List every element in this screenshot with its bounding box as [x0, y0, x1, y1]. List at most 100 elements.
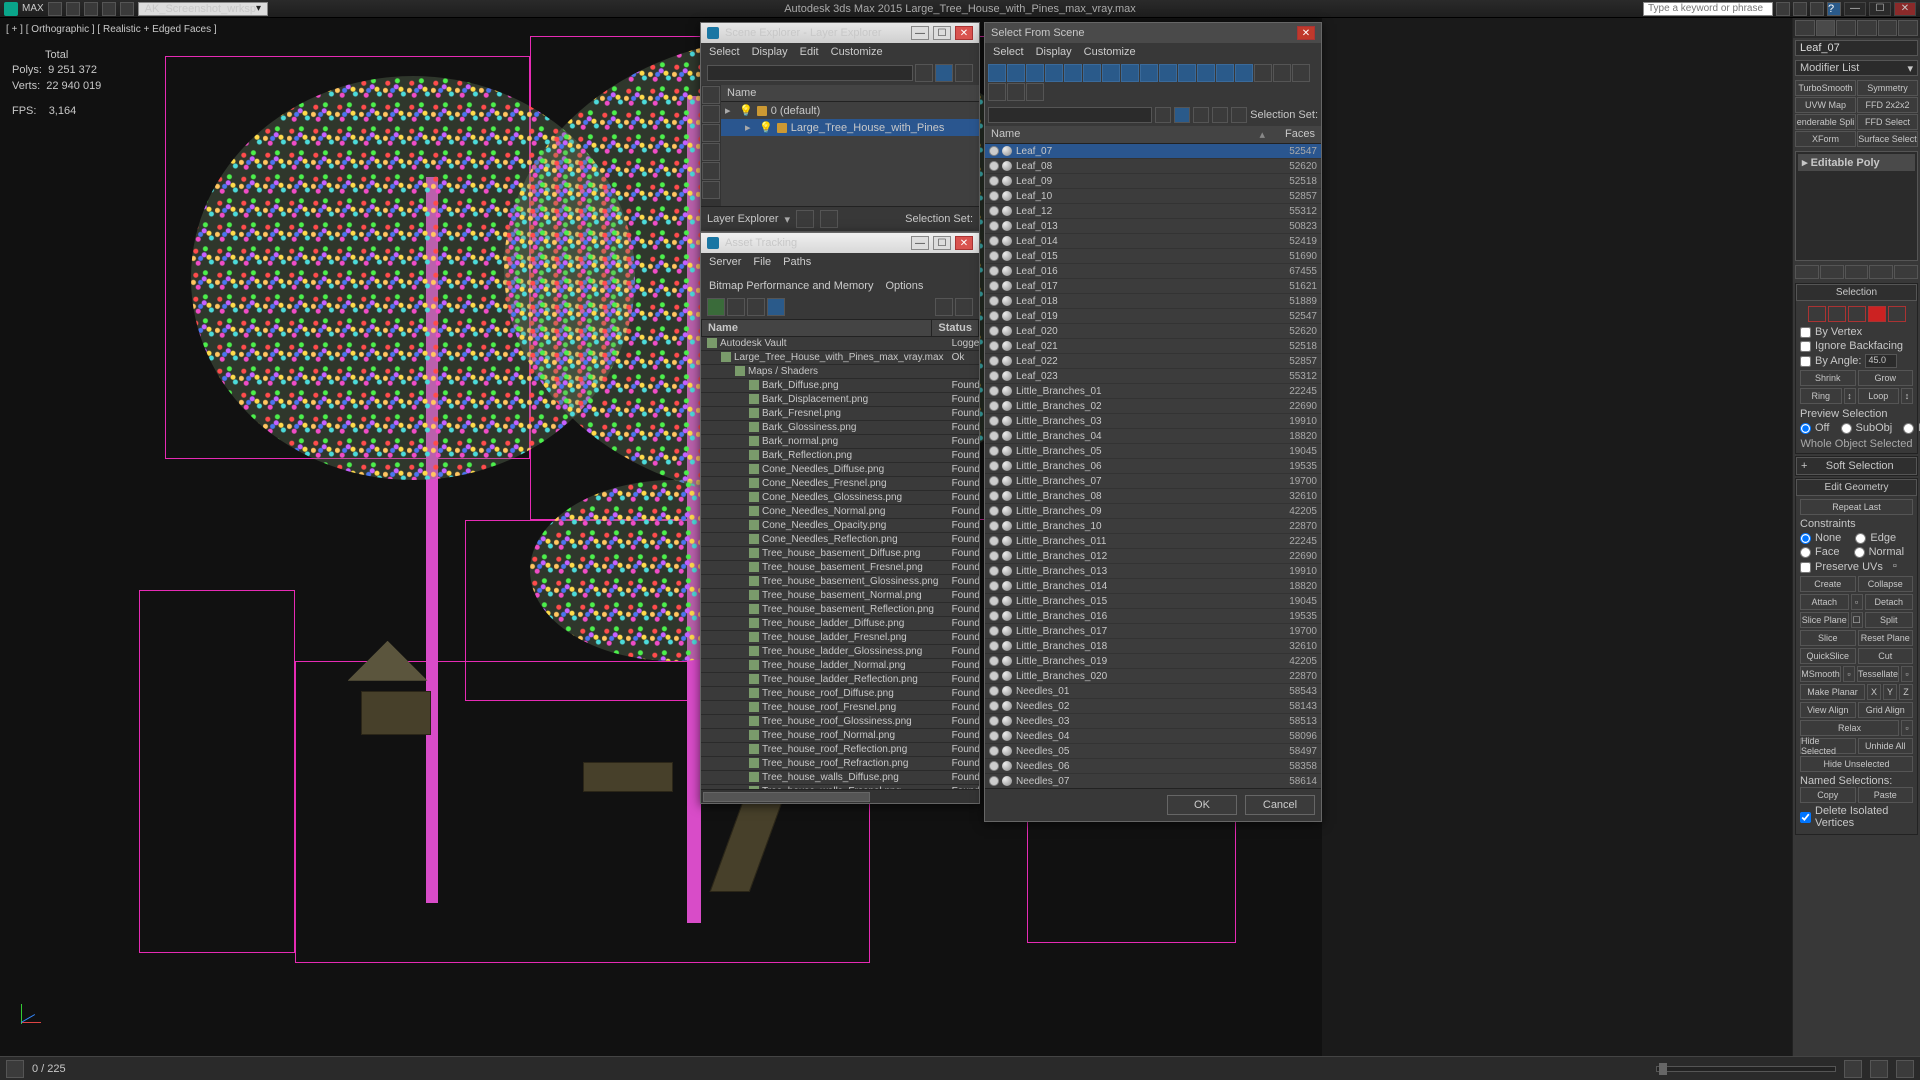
object-row[interactable]: Leaf_01452419: [985, 234, 1321, 249]
display-none-icon[interactable]: [702, 105, 720, 123]
object-row[interactable]: Leaf_01751621: [985, 279, 1321, 294]
star-icon[interactable]: [1793, 2, 1807, 16]
shrink-button[interactable]: Shrink: [1800, 370, 1856, 386]
object-row[interactable]: Leaf_0852620: [985, 159, 1321, 174]
invert-icon[interactable]: [702, 124, 720, 142]
visibility-icon[interactable]: [989, 491, 999, 501]
show-end-result-icon[interactable]: [1820, 265, 1844, 279]
object-row[interactable]: Little_Branches_01418820: [985, 579, 1321, 594]
filter-icon[interactable]: [1216, 64, 1234, 82]
object-row[interactable]: Needles_0258143: [985, 699, 1321, 714]
prev-frame-icon[interactable]: [1844, 1060, 1862, 1078]
preview-subobj-radio[interactable]: [1841, 423, 1852, 434]
constraint-normal-radio[interactable]: [1854, 547, 1865, 558]
attach-list-button[interactable]: ▫: [1851, 594, 1863, 610]
column-header-name[interactable]: Name ▴: [985, 126, 1271, 143]
layers-icon[interactable]: [1212, 107, 1228, 123]
display-icon[interactable]: [1254, 64, 1272, 82]
hide-selected-button[interactable]: Hide Selected: [1800, 738, 1856, 754]
workspace-dropdown[interactable]: AK_Screenshot_wrksp ▾: [138, 2, 268, 16]
by-vertex-checkbox[interactable]: [1800, 327, 1811, 338]
modifier-button[interactable]: Symmetry: [1857, 80, 1918, 96]
preview-multi-radio[interactable]: [1903, 423, 1914, 434]
visibility-icon[interactable]: [989, 776, 999, 786]
asset-row[interactable]: Bark_Reflection.pngFound: [701, 449, 979, 463]
visibility-icon[interactable]: [989, 506, 999, 516]
layer-row[interactable]: ▸💡Large_Tree_House_with_Pines: [721, 119, 979, 136]
planar-x-button[interactable]: X: [1867, 684, 1881, 700]
object-row[interactable]: Little_Branches_0418820: [985, 429, 1321, 444]
asset-row[interactable]: Large_Tree_House_with_Pines_max_vray.max…: [701, 351, 979, 365]
visibility-icon[interactable]: [989, 146, 999, 156]
asset-row[interactable]: Bark_Displacement.pngFound: [701, 393, 979, 407]
lights-filter-icon[interactable]: [702, 181, 720, 199]
visibility-icon[interactable]: [989, 251, 999, 261]
object-row[interactable]: Little_Branches_0619535: [985, 459, 1321, 474]
asset-row[interactable]: Bark_normal.pngFound: [701, 435, 979, 449]
hierarchy-tab[interactable]: [1836, 20, 1856, 36]
tree-view-icon[interactable]: [727, 298, 745, 316]
visibility-icon[interactable]: [989, 581, 999, 591]
object-row[interactable]: Leaf_01667455: [985, 264, 1321, 279]
menu-item[interactable]: Options: [885, 280, 923, 292]
configure-icon[interactable]: [1894, 265, 1918, 279]
object-row[interactable]: Little_Branches_0319910: [985, 414, 1321, 429]
filter-icon[interactable]: [1102, 64, 1120, 82]
visibility-icon[interactable]: [989, 371, 999, 381]
detach-button[interactable]: Detach: [1865, 594, 1914, 610]
repeat-last-button[interactable]: Repeat Last: [1800, 499, 1913, 515]
infocenter-icon[interactable]: [1776, 2, 1790, 16]
help-icon[interactable]: ?: [1827, 2, 1841, 16]
visibility-icon[interactable]: [989, 236, 999, 246]
layer-row[interactable]: ▸💡0 (default): [721, 102, 979, 119]
visibility-icon[interactable]: [989, 206, 999, 216]
visibility-icon[interactable]: [989, 191, 999, 201]
select-from-scene-dialog[interactable]: Select From Scene ✕ SelectDisplayCustomi…: [984, 22, 1322, 822]
scene-explorer-mode-label[interactable]: Layer Explorer: [707, 213, 779, 225]
filter-icon[interactable]: [1121, 64, 1139, 82]
filter-icon[interactable]: [1007, 64, 1025, 82]
create-button[interactable]: Create: [1800, 576, 1856, 592]
asset-row[interactable]: Bark_Diffuse.pngFound: [701, 379, 979, 393]
object-row[interactable]: Needles_0458096: [985, 729, 1321, 744]
timeline-start-icon[interactable]: [6, 1060, 24, 1078]
exchange-icon[interactable]: [1810, 2, 1824, 16]
scene-explorer-filter[interactable]: [707, 65, 913, 81]
clear-icon[interactable]: [1155, 107, 1171, 123]
redo-icon[interactable]: [120, 2, 134, 16]
asset-row[interactable]: Tree_house_roof_Diffuse.pngFound: [701, 687, 979, 701]
vertex-subobj[interactable]: [1808, 306, 1826, 322]
maximize-button[interactable]: ☐: [933, 236, 951, 250]
object-row[interactable]: Leaf_01952547: [985, 309, 1321, 324]
object-row[interactable]: Needles_0658358: [985, 759, 1321, 774]
object-row[interactable]: Leaf_01851889: [985, 294, 1321, 309]
scene-explorer-dialog[interactable]: Scene Explorer - Layer Explorer —☐✕ Sele…: [700, 22, 980, 232]
asset-row[interactable]: Tree_house_ladder_Fresnel.pngFound: [701, 631, 979, 645]
visibility-icon[interactable]: [989, 536, 999, 546]
filter-icon[interactable]: [988, 64, 1006, 82]
viewport-label[interactable]: [ + ] [ Orthographic ] [ Realistic + Edg…: [6, 24, 217, 35]
object-row[interactable]: Leaf_1052857: [985, 189, 1321, 204]
visibility-icon[interactable]: [989, 311, 999, 321]
lock-icon[interactable]: [1231, 107, 1247, 123]
maximize-button[interactable]: ☐: [933, 26, 951, 40]
menu-customize[interactable]: Customize: [831, 46, 883, 58]
constraint-face-radio[interactable]: [1800, 547, 1811, 558]
view-mode-icon[interactable]: [935, 64, 953, 82]
scene-explorer-tree[interactable]: Name ▸💡0 (default)▸💡Large_Tree_House_wit…: [721, 85, 979, 206]
asset-tracking-titlebar[interactable]: Asset Tracking —☐✕: [701, 233, 979, 253]
cut-button[interactable]: Cut: [1858, 648, 1914, 664]
reset-plane-button[interactable]: Reset Plane: [1858, 630, 1914, 646]
quickslice-button[interactable]: QuickSlice: [1800, 648, 1856, 664]
visibility-icon[interactable]: [989, 476, 999, 486]
display-tab[interactable]: [1878, 20, 1898, 36]
modifier-button[interactable]: UVW Map: [1795, 97, 1856, 113]
visibility-icon[interactable]: [989, 701, 999, 711]
visibility-icon[interactable]: [989, 326, 999, 336]
utilities-tab[interactable]: [1898, 20, 1918, 36]
asset-row[interactable]: Tree_house_basement_Fresnel.pngFound: [701, 561, 979, 575]
asset-row[interactable]: Tree_house_roof_Normal.pngFound: [701, 729, 979, 743]
visibility-icon[interactable]: [989, 221, 999, 231]
polygon-subobj[interactable]: [1868, 306, 1886, 322]
menu-display[interactable]: Display: [752, 46, 788, 58]
